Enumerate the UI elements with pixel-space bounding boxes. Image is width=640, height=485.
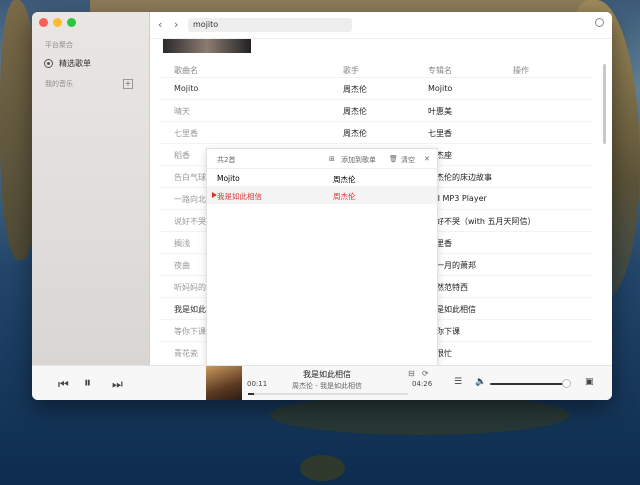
queue-count: 共2首 — [217, 156, 236, 164]
artist-cell: 周杰伦 — [343, 85, 367, 94]
repeat-icon[interactable]: ⟳ — [422, 369, 429, 378]
duration-time: 04:26 — [412, 380, 433, 388]
table-row[interactable]: Mojito 周杰伦 Mojito — [160, 77, 592, 100]
now-playing-subtitle: 周杰伦 - 我是如此相信 — [292, 382, 362, 390]
column-header-artist[interactable]: 歌手 — [343, 65, 359, 76]
song-title-cell: 说好不哭 — [174, 217, 206, 226]
column-header-title[interactable]: 歌曲名 — [174, 65, 198, 76]
album-cell: 说好不哭（with 五月天阿信） — [428, 217, 536, 226]
now-playing-cover[interactable] — [206, 366, 242, 400]
album-cell: Mojito — [428, 84, 453, 93]
sidebar: 平台聚合 精选歌单 我的音乐 + — [32, 12, 150, 365]
minimize-window-button[interactable] — [53, 18, 62, 27]
album-cover-thumbnail — [163, 39, 251, 53]
column-header-album[interactable]: 专辑名 — [428, 65, 452, 76]
lyrics-icon[interactable]: ⊟ — [408, 369, 415, 378]
song-title-cell: 一路向北 — [174, 195, 206, 204]
sidebar-section-my-music: 我的音乐 — [45, 80, 73, 88]
music-app-window: 平台聚合 精选歌单 我的音乐 + ‹ › mojito 歌曲名 歌手 专辑名 操… — [32, 12, 612, 400]
queue-item[interactable]: Mojito 周杰伦 — [207, 168, 437, 187]
folder-plus-icon[interactable]: ⊞ — [329, 155, 335, 163]
artist-cell: 周杰伦 — [343, 107, 367, 116]
progress-bar[interactable] — [248, 393, 408, 395]
desktop-rock — [300, 455, 345, 481]
now-playing-title: 我是如此相信 — [303, 370, 351, 379]
pause-icon[interactable]: ⏸ — [84, 375, 91, 391]
gear-icon[interactable] — [595, 18, 604, 27]
zoom-window-button[interactable] — [67, 18, 76, 27]
close-icon[interactable]: ✕ — [424, 155, 430, 163]
song-title-cell: Mojito — [174, 84, 199, 93]
song-title-cell: 搁浅 — [174, 239, 190, 248]
artist-cell: 周杰伦 — [343, 129, 367, 138]
previous-track-icon[interactable]: ⏮ — [58, 377, 69, 392]
album-cell: 七里香 — [428, 129, 452, 138]
queue-item-artist: 周杰伦 — [333, 175, 356, 184]
song-title-cell: 七里香 — [174, 129, 198, 138]
window-controls — [39, 18, 76, 27]
next-track-icon[interactable]: ⏭ — [112, 377, 123, 392]
mini-player-icon[interactable]: ▣ — [585, 377, 594, 387]
volume-icon[interactable]: 🔈 — [475, 377, 486, 387]
sidebar-item-label: 精选歌单 — [59, 59, 91, 68]
column-header-actions: 操作 — [513, 66, 529, 75]
song-title-cell: 告白气球 — [174, 173, 206, 182]
add-to-playlist-button[interactable]: 添加到歌单 — [341, 155, 376, 165]
sidebar-item-featured-playlists[interactable]: 精选歌单 — [44, 58, 91, 69]
song-title-cell: 稻香 — [174, 151, 190, 160]
player-bar: ⏮ ⏸ ⏭ 我是如此相信 周杰伦 - 我是如此相信 00:11 04:26 ⊟ … — [32, 365, 612, 400]
close-window-button[interactable] — [39, 18, 48, 27]
chevron-right-icon[interactable]: › — [174, 18, 178, 31]
song-title-cell: 等你下课 — [174, 327, 206, 336]
desktop-reef — [270, 395, 570, 435]
desktop-cliff-top — [90, 0, 590, 12]
volume-knob[interactable] — [562, 379, 571, 388]
song-title-cell: 晴天 — [174, 107, 190, 116]
volume-slider[interactable] — [490, 383, 570, 385]
play-queue-popup: 共2首 ⊞ 添加到歌单 🗑 清空 ✕ Mojito 周杰伦 我是如此相信 周杰伦 — [206, 148, 438, 369]
clear-queue-button[interactable]: 清空 — [401, 155, 415, 165]
progress-fill — [248, 393, 255, 395]
plus-icon[interactable]: + — [123, 79, 133, 89]
album-cell: 叶惠美 — [428, 107, 452, 116]
queue-item-playing[interactable]: 我是如此相信 周杰伦 — [207, 186, 437, 204]
playlist-icon[interactable]: ☰ — [454, 377, 462, 387]
sidebar-section-platform: 平台聚合 — [45, 41, 73, 49]
queue-item-title: 我是如此相信 — [217, 192, 262, 201]
disc-icon — [44, 59, 53, 68]
queue-item-title: Mojito — [217, 174, 240, 183]
song-title-cell: 青花瓷 — [174, 349, 198, 358]
elapsed-time: 00:11 — [247, 380, 268, 388]
song-title-cell: 夜曲 — [174, 261, 190, 270]
trash-icon[interactable]: 🗑 — [389, 155, 398, 163]
scrollbar[interactable] — [603, 64, 606, 144]
toolbar: ‹ › mojito — [150, 12, 612, 39]
chevron-left-icon[interactable]: ‹ — [158, 18, 162, 31]
search-input[interactable]: mojito — [188, 18, 352, 32]
table-row[interactable]: 晴天 周杰伦 叶惠美 — [160, 99, 592, 122]
queue-item-artist: 周杰伦 — [333, 192, 356, 201]
table-row[interactable]: 七里香 周杰伦 七里香 — [160, 121, 592, 144]
